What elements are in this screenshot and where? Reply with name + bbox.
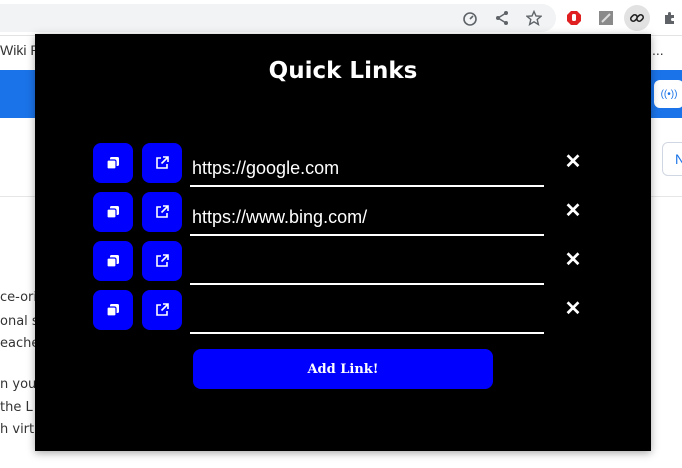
link-row: ✕: [93, 192, 593, 236]
page-text-line: ce-ori: [0, 290, 37, 305]
link-row: ✕: [93, 241, 593, 285]
copy-icon: [106, 206, 119, 219]
popup-title: Quick Links: [268, 58, 418, 84]
copy-link-button[interactable]: [93, 143, 133, 183]
quick-links-popup: Quick Links ✕ ✕ ✕: [35, 34, 651, 451]
copy-icon: [106, 304, 119, 317]
link-row: ✕: [93, 290, 593, 334]
star-icon[interactable]: [524, 8, 544, 28]
site-side-button[interactable]: N: [662, 142, 682, 176]
add-link-button[interactable]: Add Link!: [193, 349, 493, 389]
notes-extension-icon[interactable]: [596, 8, 616, 28]
link-url-input[interactable]: [190, 241, 544, 285]
share-icon[interactable]: [492, 8, 512, 28]
copy-icon: [106, 255, 119, 268]
browser-toolbar: [0, 0, 682, 36]
link-url-input[interactable]: [190, 143, 544, 187]
link-url-input[interactable]: [190, 192, 544, 236]
open-link-button[interactable]: [142, 290, 182, 330]
link-url-input[interactable]: [190, 290, 544, 334]
puzzle-extensions-icon[interactable]: [660, 8, 680, 28]
bookmark-overflow[interactable]: ...: [652, 42, 664, 58]
quick-links-extension-icon[interactable]: [624, 5, 650, 31]
page-text-line: onal s: [0, 314, 39, 329]
copy-link-button[interactable]: [93, 192, 133, 232]
page-text-line: eache: [0, 336, 40, 351]
page-text-line: the L: [0, 400, 33, 415]
ad-block-icon[interactable]: [564, 8, 584, 28]
external-link-icon: [156, 156, 169, 169]
copy-link-button[interactable]: [93, 290, 133, 330]
delete-link-button[interactable]: ✕: [563, 298, 583, 320]
delete-link-button[interactable]: ✕: [563, 200, 583, 222]
open-link-button[interactable]: [142, 192, 182, 232]
delete-link-button[interactable]: ✕: [563, 151, 583, 173]
external-link-icon: [156, 205, 169, 218]
external-link-icon: [156, 303, 169, 316]
performance-icon[interactable]: [460, 8, 480, 28]
open-link-button[interactable]: [142, 143, 182, 183]
open-link-button[interactable]: [142, 241, 182, 281]
live-button[interactable]: ((•)): [654, 80, 682, 108]
page-text-line: n you: [0, 377, 37, 392]
copy-icon: [106, 157, 119, 170]
link-row: ✕: [93, 143, 593, 187]
bookmark-item[interactable]: Wiki P: [0, 42, 40, 58]
copy-link-button[interactable]: [93, 241, 133, 281]
external-link-icon: [156, 254, 169, 267]
delete-link-button[interactable]: ✕: [563, 249, 583, 271]
